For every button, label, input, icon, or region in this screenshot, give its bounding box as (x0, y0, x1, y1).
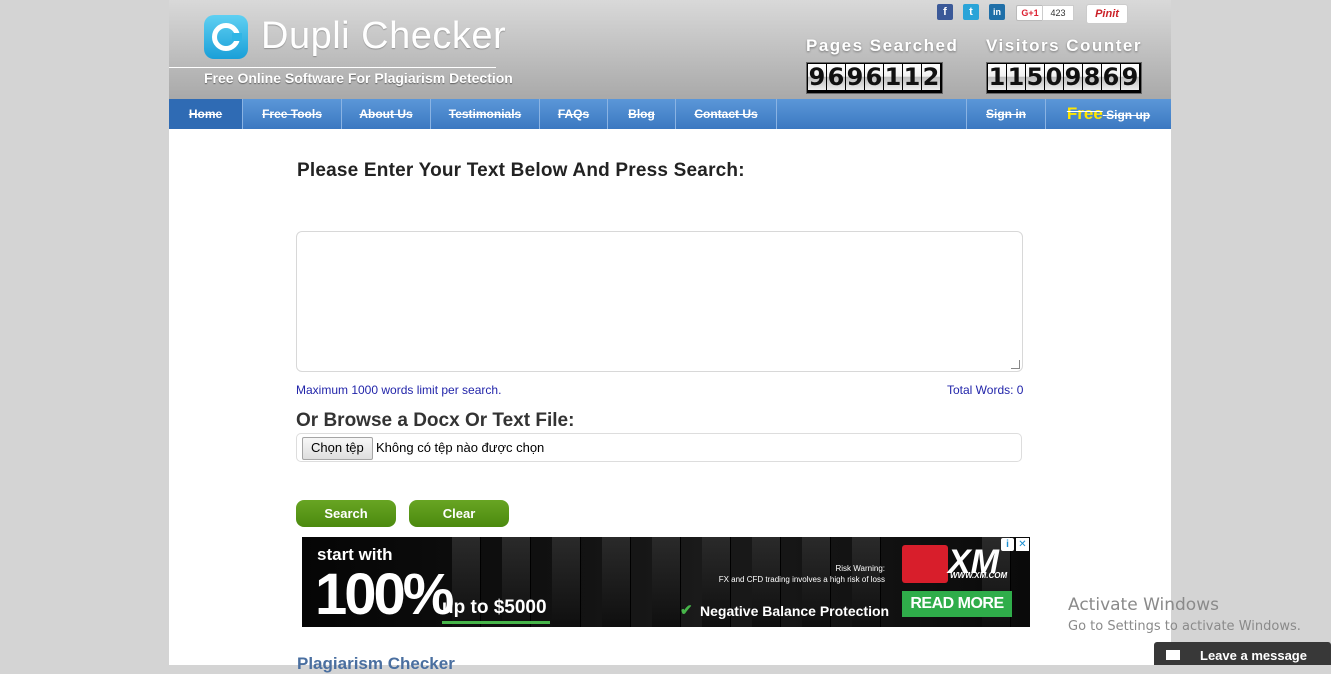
leave-message-widget[interactable]: Leave a message (1154, 642, 1331, 665)
text-input-area[interactable] (296, 231, 1023, 372)
advertisement-banner[interactable]: start with 100% up to $5000 Risk Warning… (302, 537, 1030, 627)
nav-sign-in[interactable]: Sign in (966, 99, 1046, 129)
ad-info-icon[interactable]: i (1001, 538, 1014, 551)
visitors-counter: 1 1 5 0 9 8 6 9 (986, 62, 1142, 94)
counter-digit: 2 (922, 63, 940, 91)
counter-digit: 6 (1102, 63, 1120, 91)
form-heading: Please Enter Your Text Below And Press S… (297, 160, 745, 181)
word-limit-note: Maximum 1000 words limit per search. (296, 383, 502, 397)
xm-logo-icon (902, 545, 948, 583)
site-name[interactable]: Dupli Checker (261, 15, 506, 58)
main-nav: Home Free Tools About Us Testimonials FA… (169, 99, 1171, 129)
google-plus-button[interactable]: G+1 (1016, 5, 1044, 21)
ad-risk-text: FX and CFD trading involves a high risk … (718, 575, 885, 584)
ad-close-icon[interactable]: ✕ (1016, 538, 1029, 551)
nav-home[interactable]: Home (169, 99, 243, 129)
counter-digit: 0 (1045, 63, 1063, 91)
activate-subtitle: Go to Settings to activate Windows. (1068, 619, 1301, 634)
logo-divider (169, 67, 496, 68)
pages-searched-label: Pages Searched (806, 36, 959, 55)
file-status-text: Không có tệp nào được chọn (376, 440, 545, 455)
counter-digit: 9 (846, 63, 864, 91)
sign-up-label: Sign up (1106, 108, 1151, 122)
resize-handle-icon[interactable] (1011, 360, 1020, 369)
windows-activation-watermark: Activate Windows Go to Settings to activ… (1068, 595, 1301, 634)
logo-icon[interactable] (204, 15, 248, 59)
facebook-icon[interactable]: f (937, 4, 953, 20)
nav-contact-us[interactable]: Contact Us (676, 99, 777, 129)
ad-photo-strip (602, 537, 631, 627)
free-label: Free (1066, 104, 1103, 123)
envelope-icon (1166, 650, 1180, 660)
page-container: Dupli Checker Free Online Software For P… (169, 0, 1171, 673)
check-icon: ✔ (680, 602, 693, 619)
nav-free-sign-up[interactable]: Free Sign up (1046, 99, 1171, 129)
section-title[interactable]: Plagiarism Checker (297, 654, 455, 674)
visitors-counter-label: Visitors Counter (986, 36, 1142, 55)
counter-digit: 6 (827, 63, 845, 91)
ad-photo-strip (552, 537, 581, 627)
logo-ring-gap (232, 33, 242, 41)
counter-digit: 1 (884, 63, 902, 91)
file-upload-field: Chọn tệp Không có tệp nào được chọn (296, 433, 1022, 462)
pinterest-button[interactable]: Pinit (1086, 4, 1128, 24)
total-words-count: Total Words: 0 (947, 383, 1024, 397)
ad-upto-text: up to $5000 (442, 597, 547, 618)
browse-file-label: Or Browse a Docx Or Text File: (296, 410, 575, 431)
nav-testimonials[interactable]: Testimonials (431, 99, 540, 129)
search-button[interactable]: Search (296, 500, 396, 527)
counter-digit: 9 (1064, 63, 1082, 91)
ad-risk-warning: Risk Warning: FX and CFD trading involve… (682, 563, 885, 585)
activate-title: Activate Windows (1068, 595, 1219, 615)
linkedin-icon[interactable]: in (989, 4, 1005, 20)
site-tagline: Free Online Software For Plagiarism Dete… (204, 70, 513, 86)
counter-digit: 6 (865, 63, 883, 91)
counter-digit: 5 (1026, 63, 1044, 91)
twitter-icon[interactable]: t (963, 4, 979, 20)
ad-photo-strip (652, 537, 681, 627)
counter-digit: 1 (903, 63, 921, 91)
ad-percent-text: 100% (315, 562, 454, 627)
choose-file-button[interactable]: Chọn tệp (302, 437, 373, 460)
counter-digit: 1 (988, 63, 1006, 91)
ad-read-more-button[interactable]: READ MORE (902, 591, 1012, 617)
pages-searched-counter: 9 6 9 6 1 1 2 (806, 62, 943, 94)
ad-url: WWW.XM.COM (950, 571, 1008, 580)
nav-blog[interactable]: Blog (608, 99, 676, 129)
nav-free-tools[interactable]: Free Tools (243, 99, 342, 129)
ad-negative-balance: Negative Balance Protection (700, 603, 890, 619)
counter-digit: 8 (1083, 63, 1101, 91)
google-plus-count: 423 (1042, 5, 1074, 21)
ad-risk-title: Risk Warning: (835, 564, 886, 573)
nav-about-us[interactable]: About Us (342, 99, 431, 129)
site-header: Dupli Checker Free Online Software For P… (169, 0, 1171, 99)
leave-message-label: Leave a message (1200, 648, 1307, 663)
counter-digit: 9 (1121, 63, 1139, 91)
counter-digit: 1 (1007, 63, 1025, 91)
ad-underline (442, 621, 550, 624)
clear-button[interactable]: Clear (409, 500, 509, 527)
nav-faqs[interactable]: FAQs (540, 99, 608, 129)
counter-digit: 9 (808, 63, 826, 91)
